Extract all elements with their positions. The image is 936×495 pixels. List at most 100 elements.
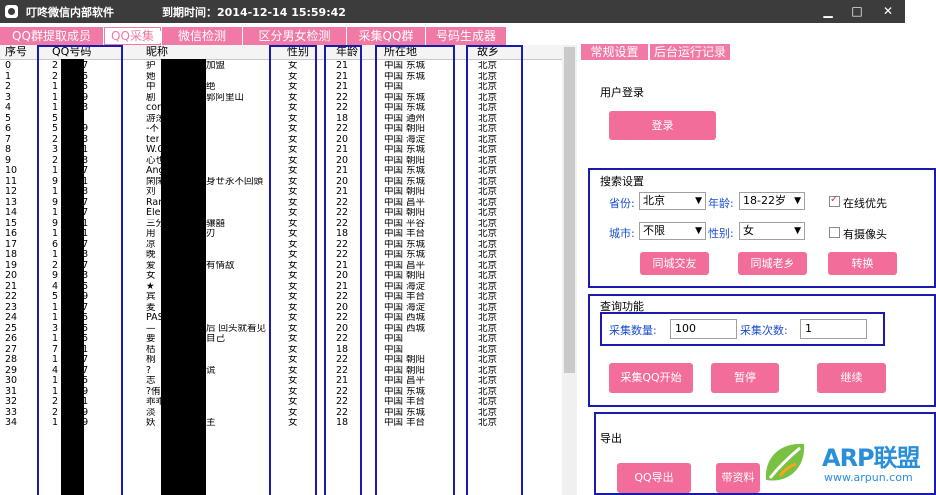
nickname-start: cor <box>146 103 161 113</box>
nickname-start: Ele <box>146 208 161 218</box>
row-index: 12 <box>5 187 18 197</box>
collect-times-input[interactable]: 1 <box>800 319 867 339</box>
row-index: 10 <box>5 166 18 176</box>
nickname-end: 郭阿里山 <box>206 92 245 103</box>
tab-qq-group-extract[interactable]: QQ群提取成员 <box>0 27 104 45</box>
nickname-end: 有情敌 <box>206 260 235 271</box>
province-select[interactable]: 北京 ▼ <box>639 192 706 210</box>
row-index: 6 <box>5 124 12 134</box>
chevron-down-icon: ▼ <box>794 226 801 236</box>
start-collect-button[interactable]: 采集QQ开始 <box>609 363 693 393</box>
title-bar: 叮咚微信内部软件 到期时间：2014-12-14 15:59:42 ▁ □ ✕ <box>0 0 905 23</box>
row-index: 18 <box>5 250 18 260</box>
collect-times-label: 采集次数: <box>740 324 788 337</box>
row-index: 22 <box>5 292 18 302</box>
col-header-nickname[interactable]: 昵称 <box>146 45 168 59</box>
nickname-start: 桐 <box>146 355 156 365</box>
col-header-index[interactable]: 序号 <box>5 45 27 59</box>
export-with-profile-button[interactable]: 带资料 <box>716 463 760 493</box>
continue-button[interactable]: 继续 <box>817 363 886 393</box>
nickname-start: 剧 <box>146 92 156 103</box>
tab-background-log[interactable]: 后台运行记录 <box>650 44 730 60</box>
row-index: 34 <box>5 418 18 428</box>
nickname-start: ?侑 <box>146 386 161 397</box>
close-button[interactable]: ✕ <box>877 2 899 20</box>
nickname-start: 麦 <box>146 302 156 313</box>
highlight-qq-column <box>37 45 123 495</box>
nickname-start: 刘 <box>146 187 156 197</box>
tab-collect-qq-group[interactable]: 采集QQ群 <box>347 27 426 45</box>
tab-number-generator[interactable]: 号码生成器 <box>426 27 507 45</box>
gender-select[interactable]: 女 ▼ <box>739 222 805 240</box>
table-scrollbar[interactable] <box>562 45 577 495</box>
search-section-title: 搜索设置 <box>600 175 644 188</box>
online-first-label: 在线优先 <box>843 197 887 210</box>
pause-button[interactable]: 暂停 <box>711 363 779 393</box>
row-index: 7 <box>5 134 12 145</box>
row-index: 1 <box>5 71 12 82</box>
arp-url-text: www.arpun.com <box>824 471 913 484</box>
scrollbar-thumb[interactable] <box>564 47 575 373</box>
online-first-checkbox[interactable] <box>829 194 840 207</box>
row-index: 8 <box>5 145 12 155</box>
row-index: 15 <box>5 218 18 229</box>
highlight-location-column <box>375 45 455 495</box>
nickname-start: 中 <box>146 82 156 92</box>
tab-general-settings[interactable]: 常规设置 <box>581 44 648 60</box>
switch-button[interactable]: 转换 <box>828 252 897 275</box>
collect-count-input[interactable]: 100 <box>670 319 737 339</box>
row-index: 0 <box>5 61 12 71</box>
chevron-down-icon: ▼ <box>695 226 702 236</box>
row-index: 20 <box>5 271 18 281</box>
row-index: 25 <box>5 323 18 334</box>
nickname-start: ter <box>146 134 160 145</box>
row-index: 32 <box>5 397 18 407</box>
row-index: 5 <box>5 113 12 124</box>
highlight-gender-column <box>269 45 317 495</box>
nickname-start: 枯 <box>146 344 156 355</box>
maximize-button[interactable]: □ <box>846 2 868 20</box>
nickname-start: -不 <box>146 124 159 134</box>
nickname-start: 凉 <box>146 239 156 250</box>
row-index: 23 <box>5 302 18 313</box>
tab-qq-collect[interactable]: QQ采集 <box>104 27 161 45</box>
row-index: 2 <box>5 82 12 92</box>
chevron-down-icon: ▼ <box>794 196 801 206</box>
row-index: 9 <box>5 155 12 166</box>
arp-leaf-icon <box>765 443 805 481</box>
row-index: 19 <box>5 260 18 271</box>
same-city-hometown-button[interactable]: 同城老乡 <box>738 252 807 275</box>
age-label: 年龄: <box>708 197 734 210</box>
camera-checkbox[interactable] <box>829 227 840 238</box>
main-tabs: QQ群提取成员 QQ采集 微信检测 区分男女检测 采集QQ群 号码生成器 <box>0 27 570 45</box>
nickname-start: 她 <box>146 71 156 82</box>
expiry-label: 到期时间：2014-12-14 15:59:42 <box>162 6 346 19</box>
nickname-start: ★ <box>146 281 155 292</box>
row-index: 16 <box>5 229 18 239</box>
nickname-start: 女 <box>146 271 156 281</box>
app-icon <box>5 5 18 18</box>
login-button[interactable]: 登录 <box>609 111 716 140</box>
nickname-start: 爱 <box>146 260 156 271</box>
minimize-button[interactable]: ▁ <box>817 2 839 20</box>
qq-export-button[interactable]: QQ导出 <box>617 463 691 493</box>
export-section-title: 导出 <box>600 432 622 445</box>
row-index: 30 <box>5 376 18 386</box>
nickname-start: 护 <box>146 61 156 71</box>
row-index: 33 <box>5 407 18 418</box>
city-select[interactable]: 不限 ▼ <box>639 222 706 240</box>
row-index: 21 <box>5 281 18 292</box>
age-select[interactable]: 18-22岁 ▼ <box>739 192 805 210</box>
city-label: 城市: <box>609 227 635 240</box>
tab-gender-check[interactable]: 区分男女检测 <box>243 27 347 45</box>
nickname-start: 淡 <box>146 407 156 418</box>
nickname-end: 加盟 <box>206 61 226 71</box>
nickname-start: 宾 <box>146 292 156 302</box>
row-index: 14 <box>5 208 18 218</box>
collect-count-label: 采集数量: <box>609 324 657 337</box>
gender-label: 性别: <box>708 227 734 240</box>
nickname-end: 主 <box>206 418 216 428</box>
tab-wechat-check[interactable]: 微信检测 <box>162 27 243 45</box>
same-city-friends-button[interactable]: 同城交友 <box>640 252 709 275</box>
province-label: 省份: <box>609 197 635 210</box>
